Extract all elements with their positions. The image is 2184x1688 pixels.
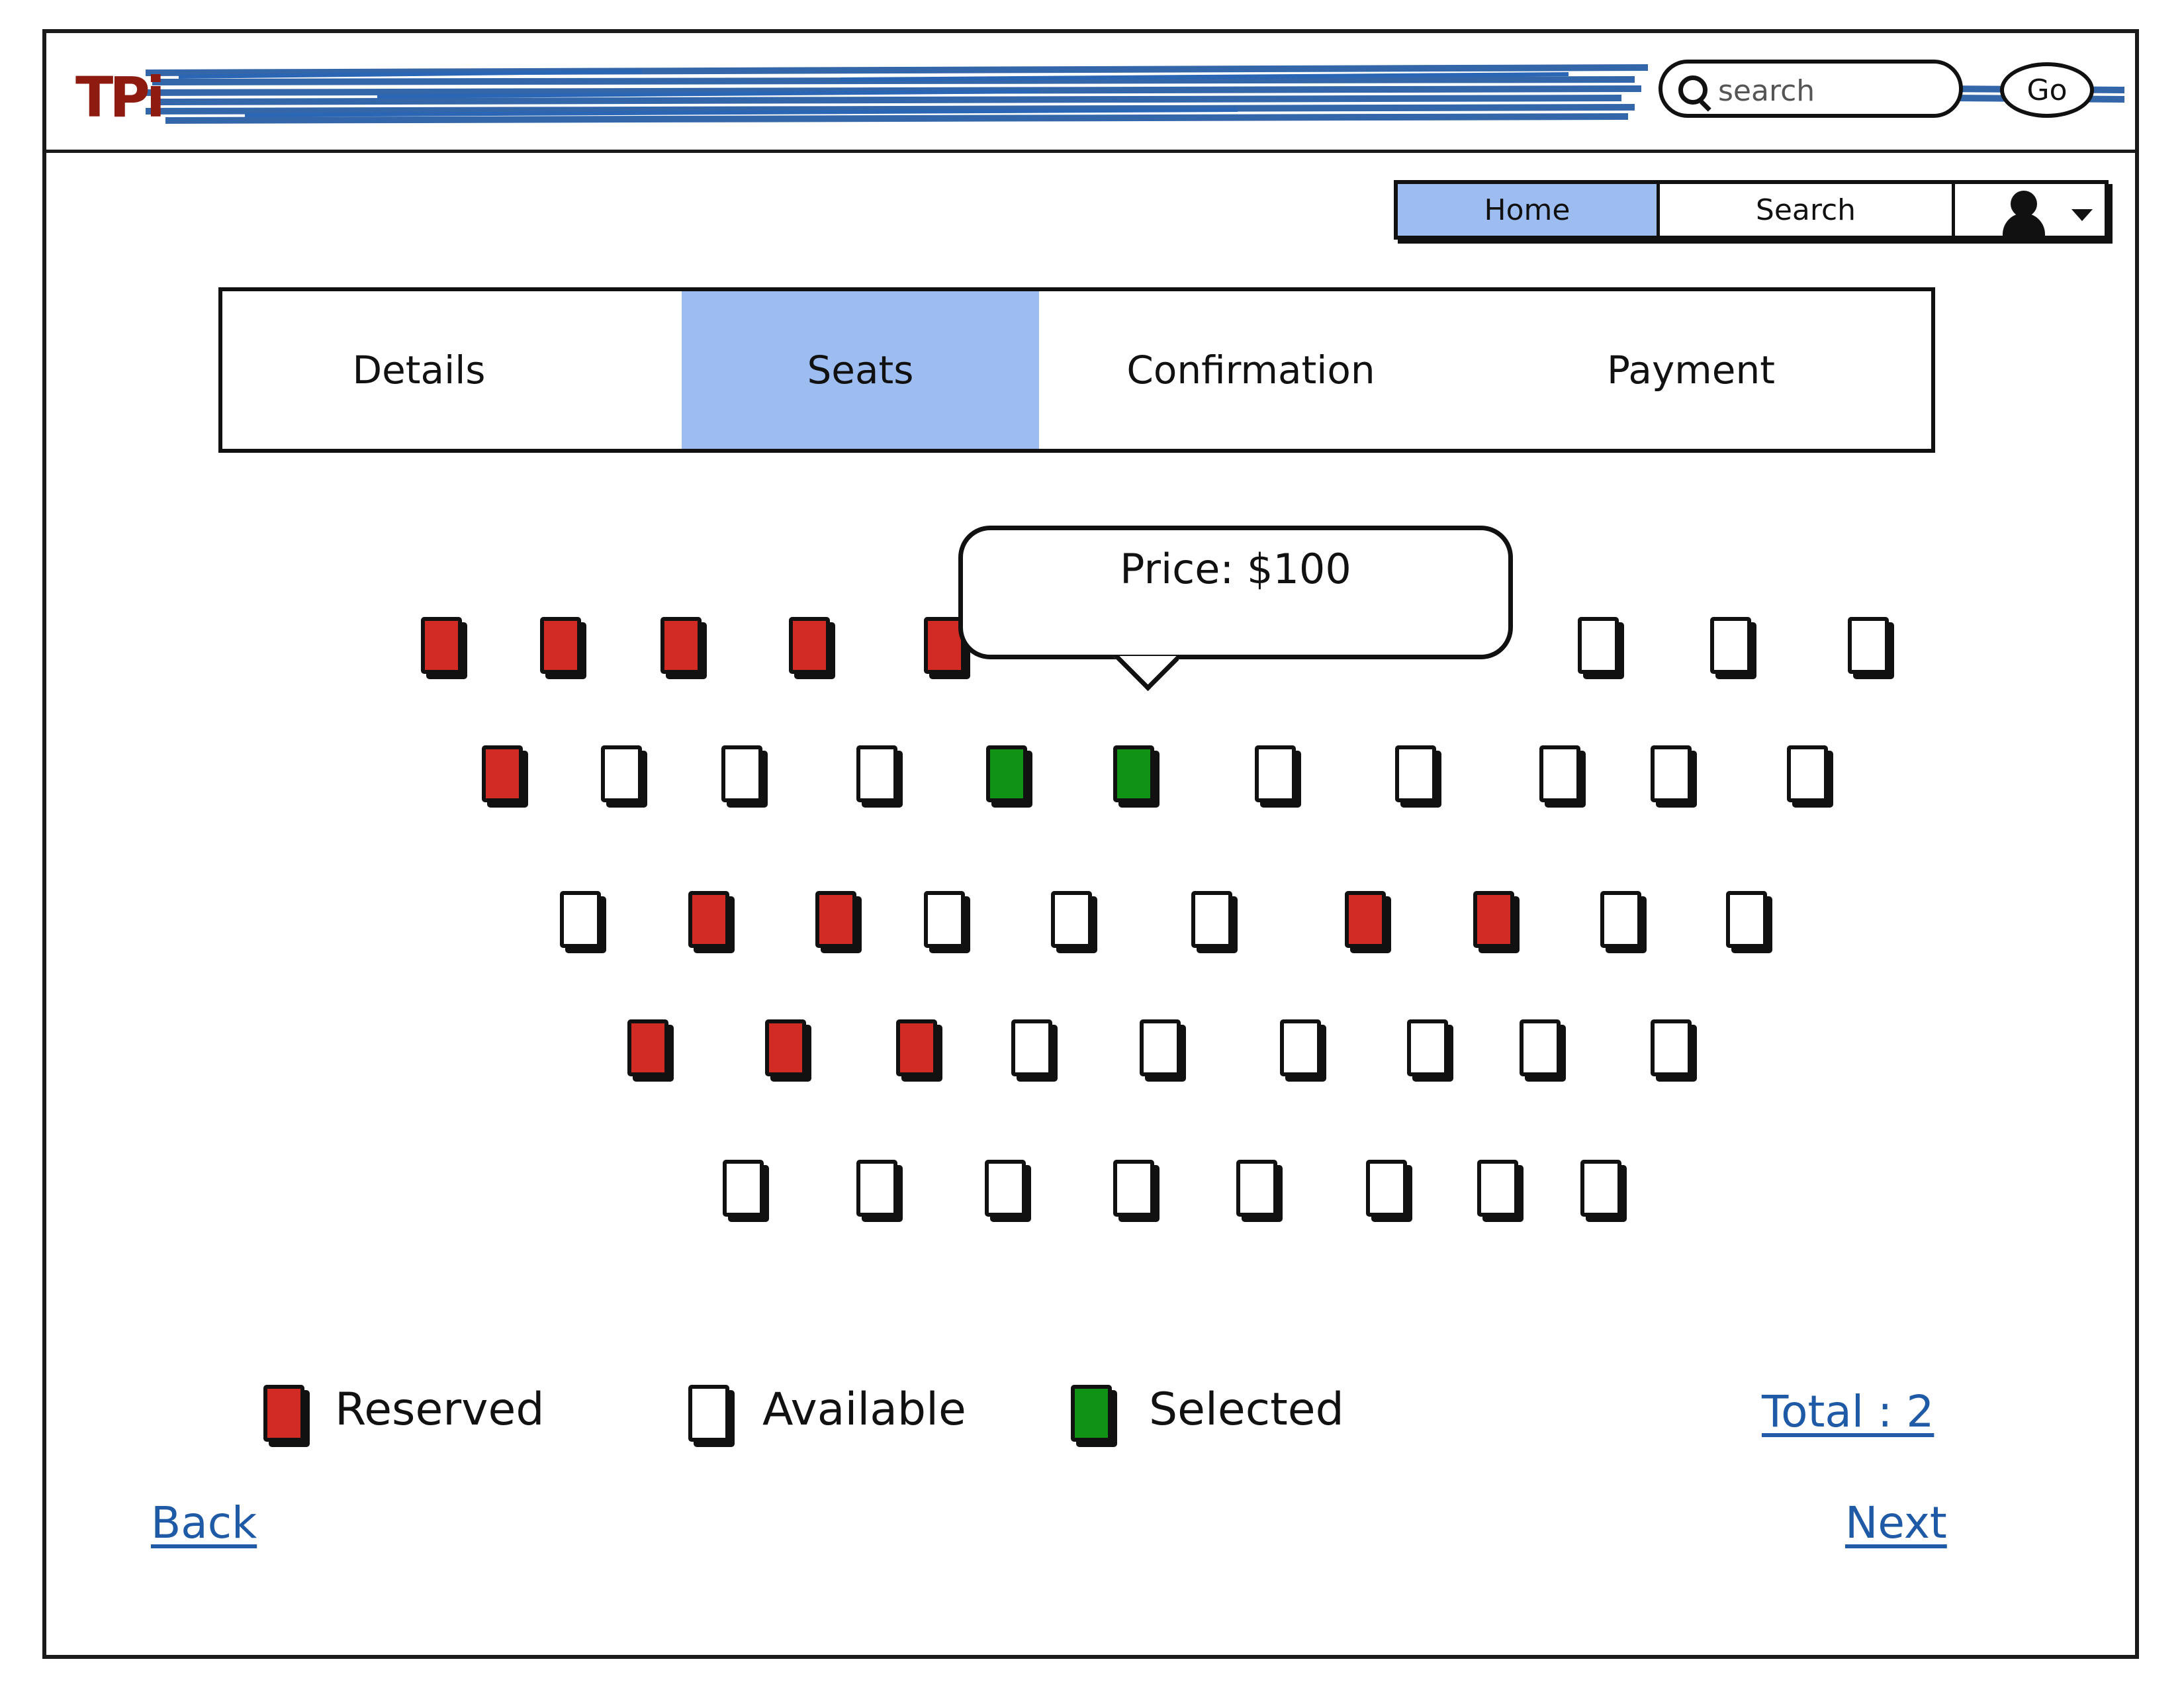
back-link[interactable]: Back bbox=[151, 1497, 257, 1548]
seat-reserved[interactable] bbox=[815, 891, 856, 948]
seat-available[interactable] bbox=[1051, 891, 1092, 948]
search-box[interactable] bbox=[1659, 60, 1963, 118]
seat-reserved[interactable] bbox=[660, 617, 702, 674]
seat-available[interactable] bbox=[1539, 745, 1580, 802]
main-navbar: Home Search bbox=[1394, 180, 2109, 240]
seat-available[interactable] bbox=[1520, 1019, 1561, 1076]
step-confirmation[interactable]: Confirmation bbox=[1039, 291, 1463, 449]
seat-available[interactable] bbox=[856, 745, 897, 802]
seat-available[interactable] bbox=[1848, 617, 1889, 674]
step-payment[interactable]: Payment bbox=[1463, 291, 1919, 449]
legend-available-swatch bbox=[688, 1385, 729, 1442]
seat-reserved[interactable] bbox=[688, 891, 729, 948]
seat-available[interactable] bbox=[560, 891, 601, 948]
next-link[interactable]: Next bbox=[1845, 1497, 1947, 1548]
legend-selected-label: Selected bbox=[1149, 1383, 1344, 1436]
seat-available[interactable] bbox=[1191, 891, 1232, 948]
seat-reserved[interactable] bbox=[1345, 891, 1386, 948]
seat-reserved[interactable] bbox=[1473, 891, 1514, 948]
seat-available[interactable] bbox=[721, 745, 762, 802]
seat-selected[interactable] bbox=[986, 745, 1027, 802]
booking-steps: Details Seats Confirmation Payment bbox=[218, 287, 1935, 453]
seat-available[interactable] bbox=[1280, 1019, 1321, 1076]
header-banner: TPi Go bbox=[46, 33, 2135, 153]
legend-reserved-swatch bbox=[263, 1385, 304, 1442]
legend-selected-swatch bbox=[1071, 1385, 1112, 1442]
seat-available[interactable] bbox=[1710, 617, 1751, 674]
go-button[interactable]: Go bbox=[2000, 62, 2094, 118]
seat-available[interactable] bbox=[1011, 1019, 1052, 1076]
seat-reserved[interactable] bbox=[421, 617, 462, 674]
seat-available[interactable] bbox=[1113, 1160, 1154, 1217]
seat-available[interactable] bbox=[1787, 745, 1828, 802]
seat-available[interactable] bbox=[601, 745, 642, 802]
seat-reserved[interactable] bbox=[789, 617, 830, 674]
seat-reserved[interactable] bbox=[627, 1019, 668, 1076]
legend-available-label: Available bbox=[762, 1383, 966, 1436]
seat-available[interactable] bbox=[924, 891, 965, 948]
seat-reserved[interactable] bbox=[896, 1019, 937, 1076]
seat-available[interactable] bbox=[1600, 891, 1641, 948]
seat-available[interactable] bbox=[1578, 617, 1619, 674]
step-details[interactable]: Details bbox=[222, 291, 615, 449]
seat-available[interactable] bbox=[1651, 745, 1692, 802]
chevron-down-icon bbox=[2071, 209, 2093, 221]
user-menu[interactable] bbox=[1955, 184, 2105, 236]
tpi-logo: TPi bbox=[75, 65, 165, 130]
price-tooltip: Price: $100 bbox=[958, 526, 1513, 659]
legend-reserved-label: Reserved bbox=[335, 1383, 545, 1436]
step-seats[interactable]: Seats bbox=[682, 291, 1039, 449]
seat-selected[interactable] bbox=[1113, 745, 1154, 802]
seat-available[interactable] bbox=[1255, 745, 1296, 802]
search-input[interactable] bbox=[1717, 70, 1951, 111]
user-icon-body bbox=[2003, 213, 2045, 236]
seat-available[interactable] bbox=[1407, 1019, 1448, 1076]
seat-available[interactable] bbox=[1140, 1019, 1181, 1076]
nav-search[interactable]: Search bbox=[1660, 184, 1955, 236]
seat-available[interactable] bbox=[723, 1160, 764, 1217]
seat-available[interactable] bbox=[1236, 1160, 1277, 1217]
price-text: Price: $100 bbox=[1120, 545, 1351, 593]
seat-available[interactable] bbox=[1477, 1160, 1518, 1217]
nav-home[interactable]: Home bbox=[1398, 184, 1660, 236]
seat-available[interactable] bbox=[1395, 745, 1436, 802]
seat-available[interactable] bbox=[1580, 1160, 1621, 1217]
search-icon bbox=[1678, 75, 1707, 105]
seat-available[interactable] bbox=[856, 1160, 897, 1217]
seat-reserved[interactable] bbox=[765, 1019, 806, 1076]
seat-available[interactable] bbox=[985, 1160, 1026, 1217]
total-link[interactable]: Total : 2 bbox=[1762, 1386, 1934, 1437]
seat-available[interactable] bbox=[1366, 1160, 1407, 1217]
seat-available[interactable] bbox=[1726, 891, 1767, 948]
tooltip-pointer bbox=[1113, 656, 1179, 709]
seat-available[interactable] bbox=[1651, 1019, 1692, 1076]
seat-reserved[interactable] bbox=[540, 617, 581, 674]
seat-reserved[interactable] bbox=[482, 745, 523, 802]
